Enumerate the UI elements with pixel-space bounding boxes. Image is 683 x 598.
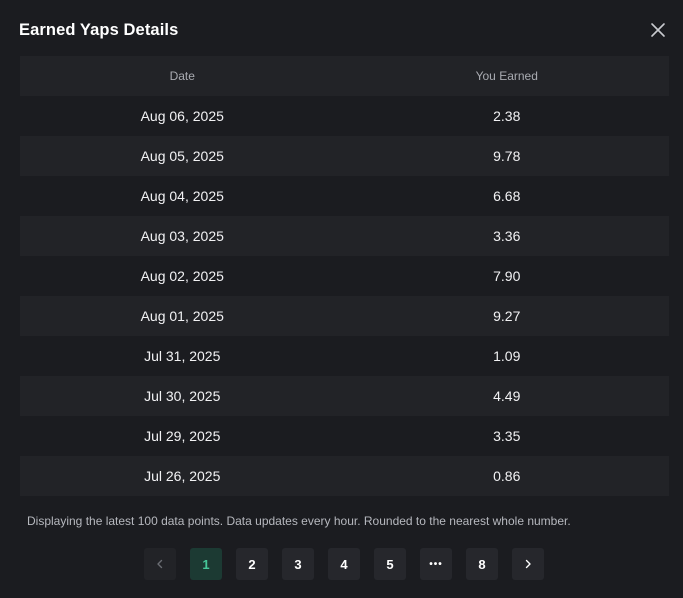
table-row: Aug 02, 2025 7.90 [20,256,669,296]
column-header-earned: You Earned [475,69,538,83]
footer-note: Displaying the latest 100 data points. D… [27,514,571,528]
earned-cell: 1.09 [493,348,521,364]
date-cell: Jul 30, 2025 [144,388,221,404]
chevron-left-icon [157,559,163,569]
page-button-4[interactable]: 4 [328,548,360,580]
earned-cell: 7.90 [493,268,521,284]
date-cell: Jul 26, 2025 [144,468,221,484]
chevron-right-icon [525,559,531,569]
pagination: 1 2 3 4 5 ••• 8 [0,548,683,580]
modal-title: Earned Yaps Details [19,21,179,39]
table-row: Aug 05, 2025 9.78 [20,136,669,176]
earned-cell: 9.27 [493,308,521,324]
table-row: Aug 01, 2025 9.27 [20,296,669,336]
earnings-table: Date You Earned Aug 06, 2025 2.38 Aug 05, … [20,56,669,496]
next-page-button[interactable] [512,548,544,580]
date-cell: Aug 04, 2025 [140,188,224,204]
date-cell: Aug 02, 2025 [140,268,224,284]
close-icon [651,23,665,37]
table-row: Jul 29, 2025 3.35 [20,416,669,456]
earned-cell: 9.78 [493,148,521,164]
earned-cell: 4.49 [493,388,521,404]
earned-cell: 2.38 [493,108,521,124]
page-button-2[interactable]: 2 [236,548,268,580]
date-cell: Aug 06, 2025 [140,108,224,124]
page-button-8[interactable]: 8 [466,548,498,580]
prev-page-button[interactable] [144,548,176,580]
close-button[interactable] [648,20,668,40]
date-cell: Jul 31, 2025 [144,348,221,364]
date-cell: Jul 29, 2025 [144,428,221,444]
earned-yaps-modal: Earned Yaps Details Date You Earned Aug … [0,0,683,598]
page-button-3[interactable]: 3 [282,548,314,580]
table-row: Aug 04, 2025 6.68 [20,176,669,216]
date-cell: Aug 03, 2025 [140,228,224,244]
page-button-5[interactable]: 5 [374,548,406,580]
earned-cell: 3.35 [493,428,521,444]
earned-cell: 3.36 [493,228,521,244]
table-header: Date You Earned [20,56,669,96]
table-row: Jul 26, 2025 0.86 [20,456,669,496]
table-row: Jul 30, 2025 4.49 [20,376,669,416]
table-row: Jul 31, 2025 1.09 [20,336,669,376]
page-button-1[interactable]: 1 [190,548,222,580]
table-row: Aug 03, 2025 3.36 [20,216,669,256]
column-header-date: Date [169,69,195,83]
date-cell: Aug 01, 2025 [140,308,224,324]
table-row: Aug 06, 2025 2.38 [20,96,669,136]
date-cell: Aug 05, 2025 [140,148,224,164]
earned-cell: 0.86 [493,468,521,484]
earned-cell: 6.68 [493,188,521,204]
page-ellipsis-button[interactable]: ••• [420,548,452,580]
